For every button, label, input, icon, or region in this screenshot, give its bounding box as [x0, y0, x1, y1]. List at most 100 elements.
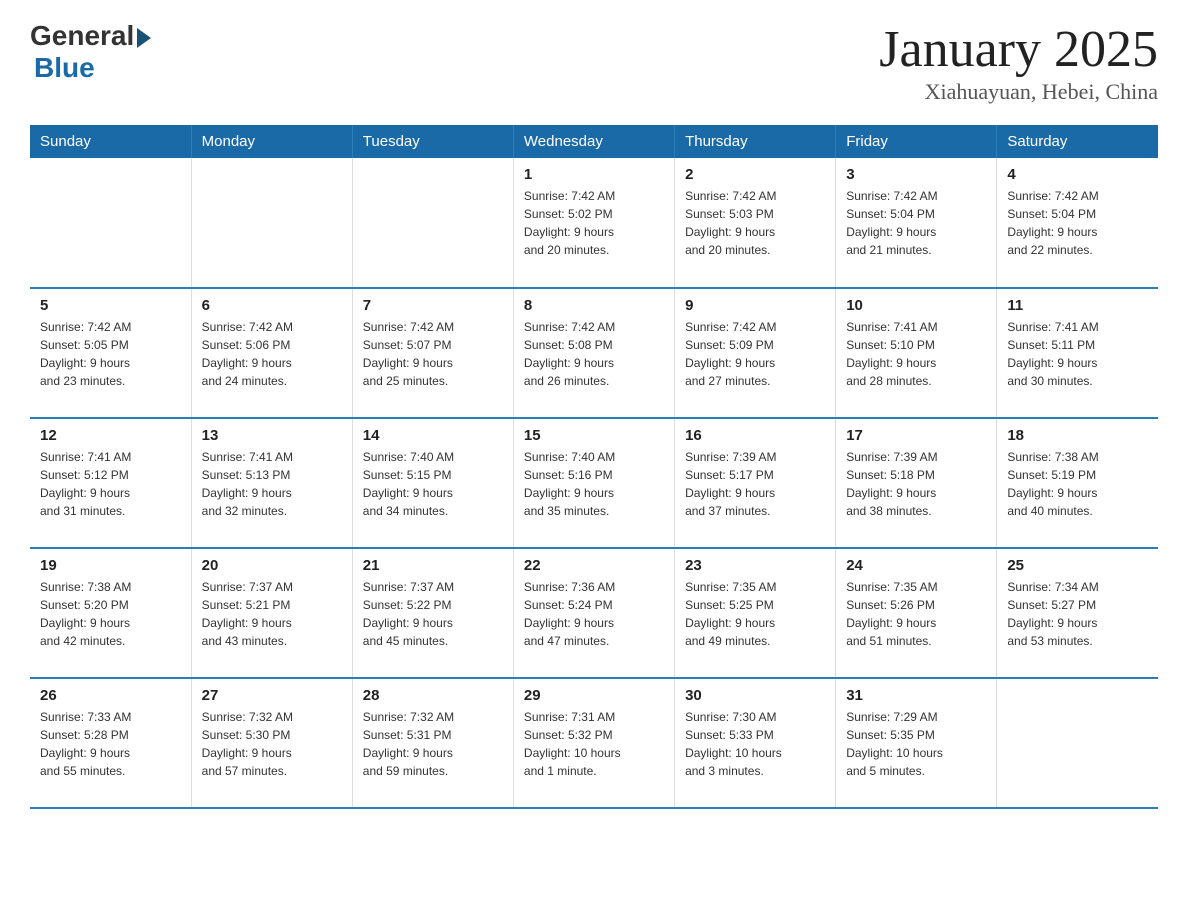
day-number: 17	[846, 427, 986, 444]
day-info: Sunrise: 7:42 AMSunset: 5:09 PMDaylight:…	[685, 318, 825, 390]
day-info: Sunrise: 7:32 AMSunset: 5:31 PMDaylight:…	[363, 708, 503, 780]
calendar-cell: 30Sunrise: 7:30 AMSunset: 5:33 PMDayligh…	[675, 678, 836, 808]
calendar-cell: 3 Sunrise: 7:42 AMSunset: 5:04 PMDaylight…	[836, 158, 997, 288]
day-info: Sunrise: 7:39 AMSunset: 5:17 PMDaylight:…	[685, 448, 825, 520]
logo-general-text: General	[30, 20, 134, 52]
calendar-week-row: 12Sunrise: 7:41 AMSunset: 5:12 PMDayligh…	[30, 418, 1158, 548]
calendar-cell	[30, 158, 191, 288]
calendar-header-saturday: Saturday	[997, 125, 1158, 158]
calendar-week-row: 26 Sunrise: 7:33 AMSunset: 5:28 PMDayligh…	[30, 678, 1158, 808]
day-number: 10	[846, 297, 986, 314]
day-number: 19	[40, 557, 181, 574]
calendar-cell: 8Sunrise: 7:42 AMSunset: 5:08 PMDaylight…	[513, 288, 674, 418]
calendar-header-wednesday: Wednesday	[513, 125, 674, 158]
logo-blue-text: Blue	[34, 52, 151, 84]
logo: General Blue	[30, 20, 151, 84]
day-number: 18	[1007, 427, 1148, 444]
calendar-cell	[191, 158, 352, 288]
calendar-cell	[997, 678, 1158, 808]
calendar-week-row: 5 Sunrise: 7:42 AMSunset: 5:05 PMDaylight…	[30, 288, 1158, 418]
day-number: 4	[1007, 166, 1148, 183]
day-info: Sunrise: 7:42 AMSunset: 5:03 PMDaylight:…	[685, 187, 825, 259]
day-info: Sunrise: 7:36 AMSunset: 5:24 PMDaylight:…	[524, 578, 664, 650]
calendar-cell: 11 Sunrise: 7:41 AMSunset: 5:11 PMDayligh…	[997, 288, 1158, 418]
calendar-cell: 23Sunrise: 7:35 AMSunset: 5:25 PMDayligh…	[675, 548, 836, 678]
day-number: 28	[363, 687, 503, 704]
day-number: 23	[685, 557, 825, 574]
calendar-cell: 12Sunrise: 7:41 AMSunset: 5:12 PMDayligh…	[30, 418, 191, 548]
day-number: 14	[363, 427, 503, 444]
day-number: 16	[685, 427, 825, 444]
day-number: 7	[363, 297, 503, 314]
day-number: 27	[202, 687, 342, 704]
calendar-header-sunday: Sunday	[30, 125, 191, 158]
day-info: Sunrise: 7:38 AMSunset: 5:20 PMDaylight:…	[40, 578, 181, 650]
day-number: 6	[202, 297, 342, 314]
calendar-header-friday: Friday	[836, 125, 997, 158]
day-info: Sunrise: 7:41 AMSunset: 5:11 PMDaylight:…	[1007, 318, 1148, 390]
page-header: General Blue January 2025 Xiahuayuan, He…	[30, 20, 1158, 105]
day-number: 13	[202, 427, 342, 444]
day-number: 3	[846, 166, 986, 183]
day-number: 31	[846, 687, 986, 704]
day-info: Sunrise: 7:42 AMSunset: 5:06 PMDaylight:…	[202, 318, 342, 390]
calendar-cell: 15 Sunrise: 7:40 AMSunset: 5:16 PMDayligh…	[513, 418, 674, 548]
calendar-cell: 24Sunrise: 7:35 AMSunset: 5:26 PMDayligh…	[836, 548, 997, 678]
day-info: Sunrise: 7:29 AMSunset: 5:35 PMDaylight:…	[846, 708, 986, 780]
day-number: 24	[846, 557, 986, 574]
calendar-table: SundayMondayTuesdayWednesdayThursdayFrid…	[30, 125, 1158, 809]
calendar-header-row: SundayMondayTuesdayWednesdayThursdayFrid…	[30, 125, 1158, 158]
day-number: 12	[40, 427, 181, 444]
day-info: Sunrise: 7:42 AMSunset: 5:05 PMDaylight:…	[40, 318, 181, 390]
calendar-cell	[352, 158, 513, 288]
day-number: 20	[202, 557, 342, 574]
calendar-cell: 20 Sunrise: 7:37 AMSunset: 5:21 PMDayligh…	[191, 548, 352, 678]
day-number: 15	[524, 427, 664, 444]
calendar-cell: 21 Sunrise: 7:37 AMSunset: 5:22 PMDayligh…	[352, 548, 513, 678]
calendar-cell: 13 Sunrise: 7:41 AMSunset: 5:13 PMDayligh…	[191, 418, 352, 548]
calendar-cell: 10Sunrise: 7:41 AMSunset: 5:10 PMDayligh…	[836, 288, 997, 418]
calendar-week-row: 1 Sunrise: 7:42 AMSunset: 5:02 PMDaylight…	[30, 158, 1158, 288]
calendar-cell: 27 Sunrise: 7:32 AMSunset: 5:30 PMDayligh…	[191, 678, 352, 808]
day-number: 26	[40, 687, 181, 704]
day-number: 8	[524, 297, 664, 314]
calendar-cell: 9Sunrise: 7:42 AMSunset: 5:09 PMDaylight…	[675, 288, 836, 418]
day-number: 21	[363, 557, 503, 574]
day-info: Sunrise: 7:42 AMSunset: 5:07 PMDaylight:…	[363, 318, 503, 390]
day-info: Sunrise: 7:40 AMSunset: 5:16 PMDaylight:…	[524, 448, 664, 520]
calendar-subtitle: Xiahuayuan, Hebei, China	[879, 79, 1158, 105]
calendar-header-monday: Monday	[191, 125, 352, 158]
calendar-title: January 2025	[879, 20, 1158, 79]
title-block: January 2025 Xiahuayuan, Hebei, China	[879, 20, 1158, 105]
day-info: Sunrise: 7:30 AMSunset: 5:33 PMDaylight:…	[685, 708, 825, 780]
logo-arrow-icon	[137, 28, 151, 48]
day-info: Sunrise: 7:31 AMSunset: 5:32 PMDaylight:…	[524, 708, 664, 780]
calendar-cell: 25Sunrise: 7:34 AMSunset: 5:27 PMDayligh…	[997, 548, 1158, 678]
day-info: Sunrise: 7:33 AMSunset: 5:28 PMDaylight:…	[40, 708, 181, 780]
calendar-cell: 16 Sunrise: 7:39 AMSunset: 5:17 PMDayligh…	[675, 418, 836, 548]
day-info: Sunrise: 7:37 AMSunset: 5:22 PMDaylight:…	[363, 578, 503, 650]
day-info: Sunrise: 7:39 AMSunset: 5:18 PMDaylight:…	[846, 448, 986, 520]
calendar-cell: 18 Sunrise: 7:38 AMSunset: 5:19 PMDayligh…	[997, 418, 1158, 548]
calendar-header-thursday: Thursday	[675, 125, 836, 158]
calendar-week-row: 19 Sunrise: 7:38 AMSunset: 5:20 PMDayligh…	[30, 548, 1158, 678]
calendar-cell: 28 Sunrise: 7:32 AMSunset: 5:31 PMDayligh…	[352, 678, 513, 808]
calendar-cell: 29Sunrise: 7:31 AMSunset: 5:32 PMDayligh…	[513, 678, 674, 808]
day-info: Sunrise: 7:32 AMSunset: 5:30 PMDaylight:…	[202, 708, 342, 780]
day-number: 2	[685, 166, 825, 183]
day-info: Sunrise: 7:42 AMSunset: 5:04 PMDaylight:…	[846, 187, 986, 259]
day-number: 5	[40, 297, 181, 314]
day-number: 1	[524, 166, 664, 183]
day-number: 25	[1007, 557, 1148, 574]
calendar-cell: 5 Sunrise: 7:42 AMSunset: 5:05 PMDaylight…	[30, 288, 191, 418]
calendar-cell: 31 Sunrise: 7:29 AMSunset: 5:35 PMDayligh…	[836, 678, 997, 808]
day-info: Sunrise: 7:42 AMSunset: 5:02 PMDaylight:…	[524, 187, 664, 259]
day-info: Sunrise: 7:41 AMSunset: 5:13 PMDaylight:…	[202, 448, 342, 520]
day-info: Sunrise: 7:37 AMSunset: 5:21 PMDaylight:…	[202, 578, 342, 650]
calendar-cell: 6 Sunrise: 7:42 AMSunset: 5:06 PMDaylight…	[191, 288, 352, 418]
day-info: Sunrise: 7:42 AMSunset: 5:04 PMDaylight:…	[1007, 187, 1148, 259]
day-info: Sunrise: 7:38 AMSunset: 5:19 PMDaylight:…	[1007, 448, 1148, 520]
calendar-cell: 26 Sunrise: 7:33 AMSunset: 5:28 PMDayligh…	[30, 678, 191, 808]
day-number: 11	[1007, 297, 1148, 314]
calendar-cell: 19 Sunrise: 7:38 AMSunset: 5:20 PMDayligh…	[30, 548, 191, 678]
